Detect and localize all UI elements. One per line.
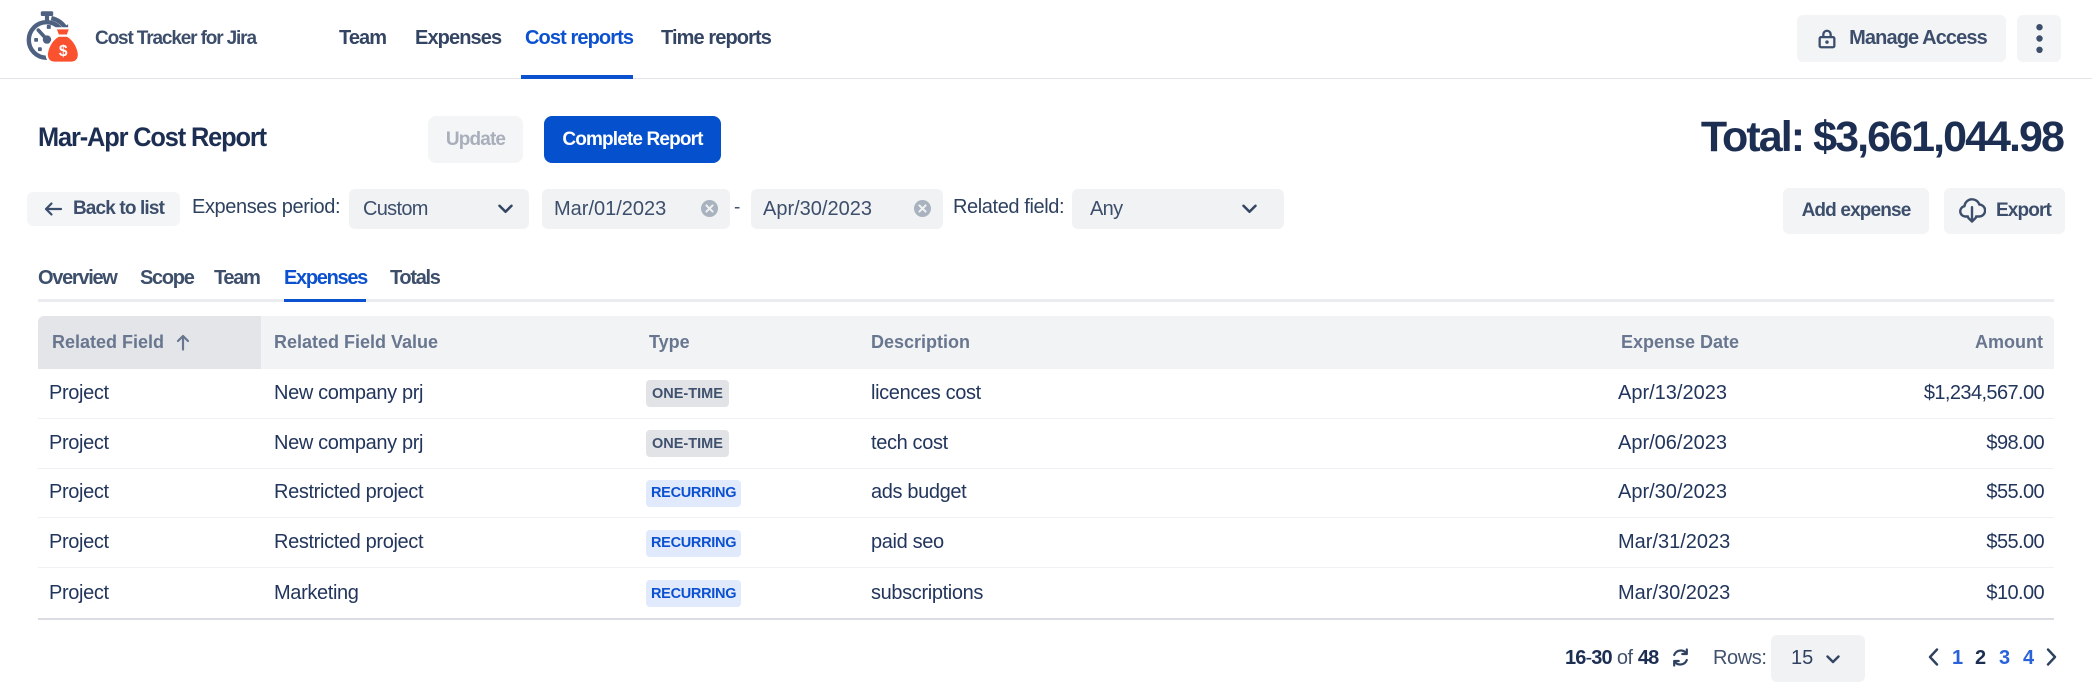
svg-text:$: $	[59, 43, 68, 60]
